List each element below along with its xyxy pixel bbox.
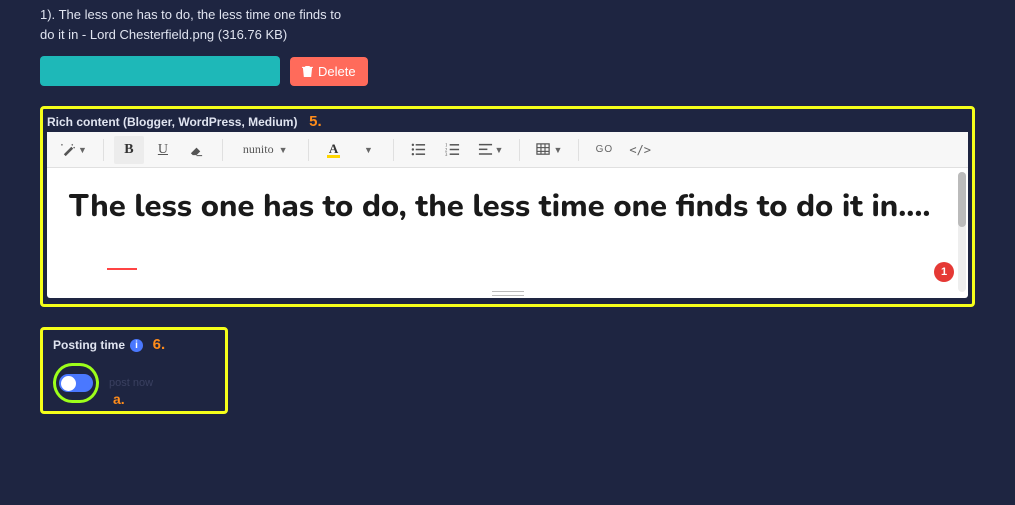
annotation-5: 5. [309, 113, 322, 130]
annotation-circle [53, 363, 99, 403]
file-item-number: 1). [40, 7, 55, 22]
notification-badge[interactable]: 1 [934, 262, 954, 282]
editor-content[interactable]: The less one has to do, the less time on… [69, 186, 946, 228]
file-preview-bar[interactable] [40, 56, 280, 86]
wand-icon [61, 142, 76, 157]
delete-button[interactable]: Delete [290, 57, 368, 86]
post-now-label: post now [109, 377, 153, 389]
post-now-toggle[interactable] [59, 374, 93, 392]
separator [393, 139, 394, 161]
caret-icon: ▼ [364, 145, 373, 155]
separator [308, 139, 309, 161]
ol-icon: 123 [445, 142, 460, 157]
toggle-knob [61, 376, 76, 391]
caret-icon: ▼ [553, 145, 562, 155]
bold-button[interactable]: B [114, 136, 144, 164]
go-label: GO [596, 144, 614, 155]
spellcheck-underline [107, 268, 137, 270]
separator [578, 139, 579, 161]
text-color-caret[interactable]: ▼ [353, 136, 383, 164]
scrollbar[interactable] [958, 172, 966, 292]
color-letter: A [327, 142, 340, 158]
editor-body[interactable]: The less one has to do, the less time on… [47, 168, 968, 298]
table-button[interactable]: ▼ [530, 136, 568, 164]
editor-toolbar: ▼ B U nunito ▼ A ▼ [47, 132, 968, 168]
align-icon [478, 142, 493, 157]
file-size: (316.76 KB) [218, 27, 287, 42]
caret-icon: ▼ [78, 145, 87, 155]
trash-icon [302, 65, 313, 78]
editor-frame: ▼ B U nunito ▼ A ▼ [47, 132, 968, 298]
caret-icon: ▼ [495, 145, 504, 155]
paragraph-align-button[interactable]: ▼ [472, 136, 510, 164]
file-info: 1). The less one has to do, the less tim… [40, 5, 350, 44]
posting-label-text: Posting time [53, 338, 125, 352]
code-view-button[interactable]: </> [623, 136, 657, 164]
file-name: The less one has to do, the less time on… [40, 7, 341, 42]
posting-time-block: Posting time i 6. post now a. [40, 327, 228, 414]
delete-label: Delete [318, 64, 356, 79]
caret-icon: ▼ [279, 145, 288, 155]
ordered-list-button[interactable]: 123 [438, 136, 468, 164]
scroll-thumb[interactable] [958, 172, 966, 227]
text-color-button[interactable]: A [319, 136, 349, 164]
underline-button[interactable]: U [148, 136, 178, 164]
editor-label: Rich content (Blogger, WordPress, Medium… [47, 115, 297, 129]
table-icon [536, 142, 551, 157]
separator [103, 139, 104, 161]
resize-handle[interactable] [492, 291, 524, 296]
rich-content-editor-block: Rich content (Blogger, WordPress, Medium… [40, 106, 975, 307]
code-label: </> [629, 143, 651, 157]
separator [519, 139, 520, 161]
eraser-icon [189, 142, 204, 157]
clear-format-button[interactable] [182, 136, 212, 164]
posting-time-label: Posting time i [53, 338, 143, 352]
annotation-a: a. [113, 391, 125, 407]
font-name-label: nunito [243, 142, 274, 157]
unordered-list-button[interactable] [404, 136, 434, 164]
ul-icon [411, 142, 426, 157]
separator [222, 139, 223, 161]
svg-text:3: 3 [445, 153, 448, 157]
link-button[interactable]: GO [589, 136, 619, 164]
font-family-select[interactable]: nunito ▼ [233, 136, 298, 164]
info-icon[interactable]: i [130, 339, 143, 352]
annotation-6: 6. [153, 336, 166, 353]
magic-wand-button[interactable]: ▼ [55, 136, 93, 164]
